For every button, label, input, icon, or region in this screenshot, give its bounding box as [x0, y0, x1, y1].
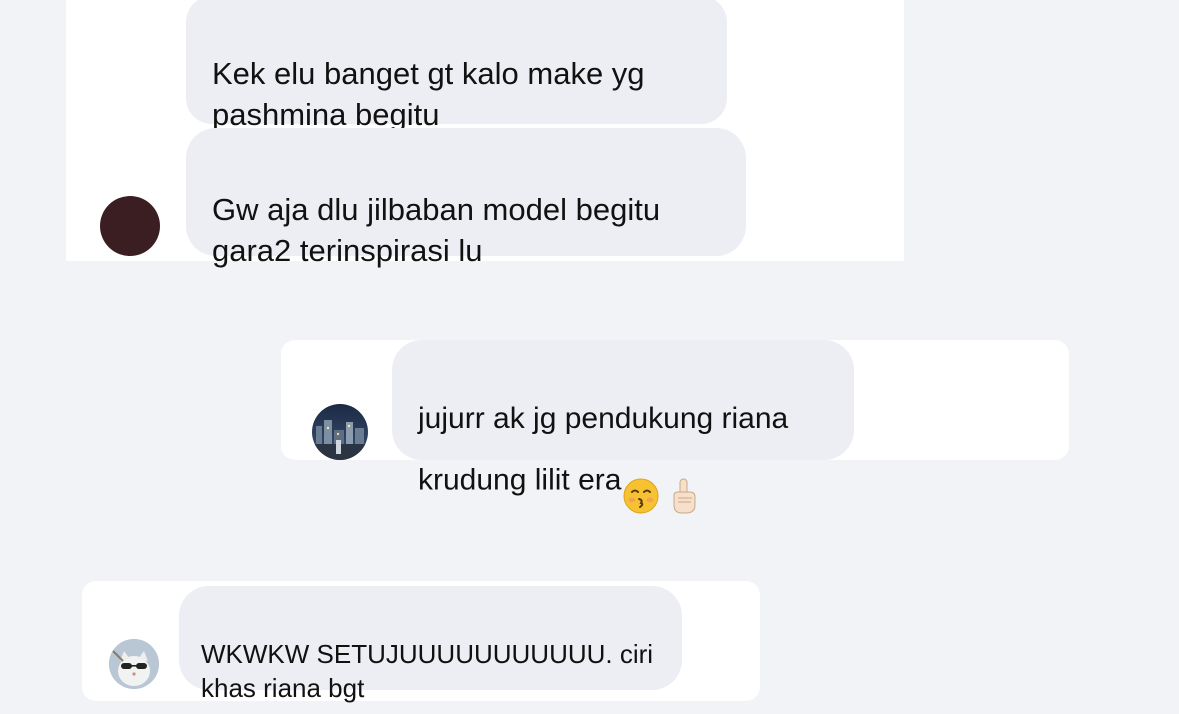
message-bubble[interactable]: jujurr ak jg pendukung riana krudung lil…: [392, 340, 854, 514]
message-text: WKWKW SETUJUUUUUUUUUUU. ciri khas riana …: [201, 638, 654, 703]
avatar-night-city-photo-icon: [312, 404, 368, 460]
avatar[interactable]: [312, 404, 368, 460]
message-bubble[interactable]: Gw aja dlu jilbaban model begitu gara2 t…: [186, 128, 746, 268]
avatar-cat-sunglasses-photo-icon: [109, 639, 159, 689]
kissing-face-emoji: [623, 439, 659, 524]
message-text: Gw aja dlu jilbaban model begitu gara2 t…: [212, 192, 661, 268]
comment-card: Kek elu banget gt kalo make yg pashmina …: [66, 0, 904, 268]
comment-card: jujurr ak jg pendukung riana krudung lil…: [281, 340, 1069, 514]
avatar[interactable]: [109, 639, 159, 689]
message-bubble[interactable]: WKWKW SETUJUUUUUUUUUUU. ciri khas riana …: [179, 586, 682, 703]
message-text: Kek elu banget gt kalo make yg pashmina …: [212, 56, 645, 132]
message-bubble[interactable]: Kek elu banget gt kalo make yg pashmina …: [186, 0, 727, 132]
pointing-up-emoji: [665, 438, 701, 525]
avatar[interactable]: [100, 196, 160, 256]
comment-card: WKWKW SETUJUUUUUUUUUUU. ciri khas riana …: [82, 581, 760, 703]
message-text: jujurr ak jg pendukung riana krudung lil…: [418, 402, 789, 497]
